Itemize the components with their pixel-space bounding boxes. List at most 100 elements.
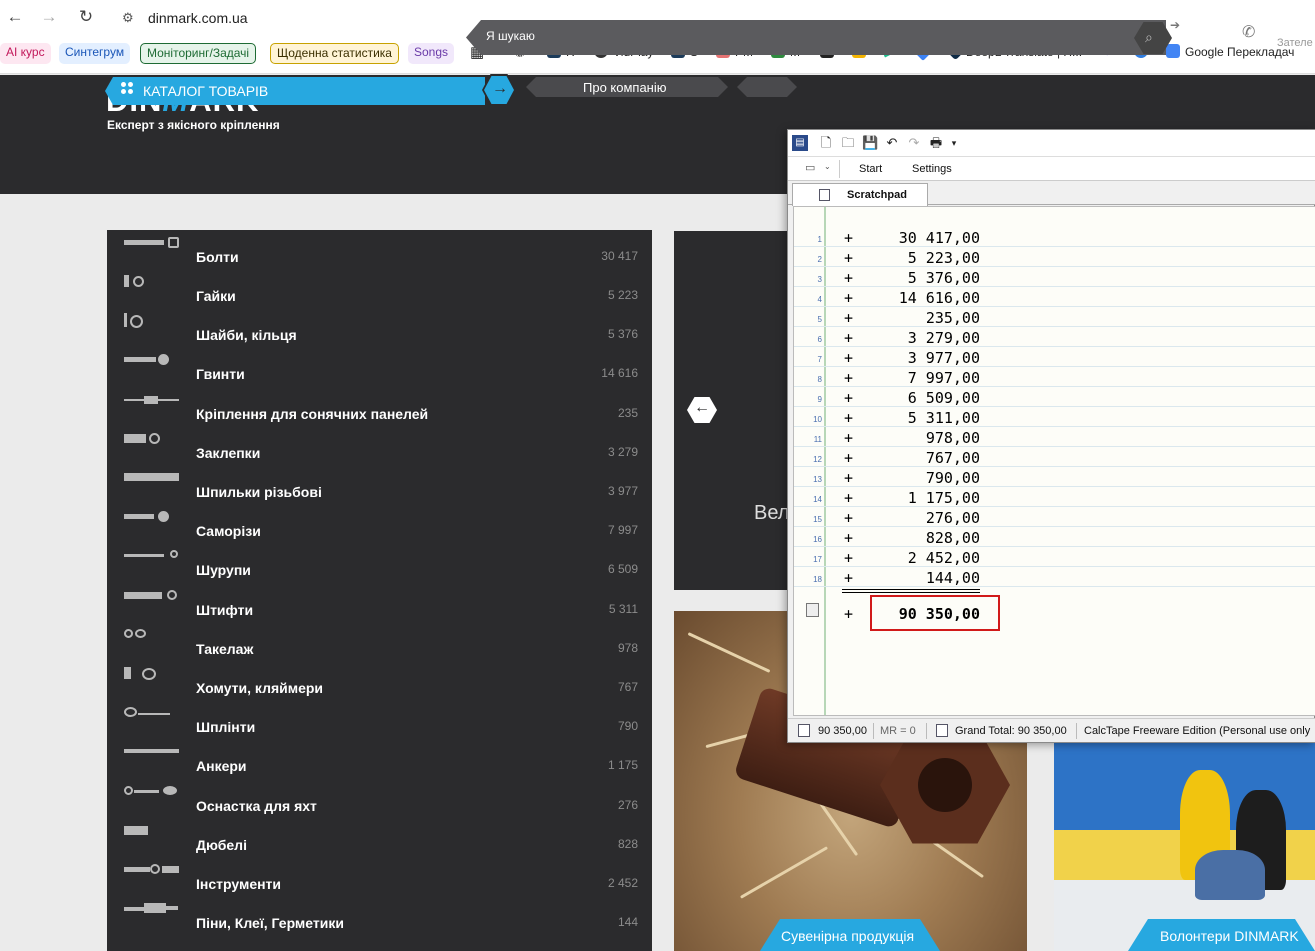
- reload-icon[interactable]: ↻: [75, 6, 97, 28]
- line-value[interactable]: 235,00: [864, 309, 980, 327]
- line-value[interactable]: 2 452,00: [864, 549, 980, 567]
- line-value[interactable]: 1 175,00: [864, 489, 980, 507]
- line-value[interactable]: 5 311,00: [864, 409, 980, 427]
- callback-link[interactable]: Зателе: [1277, 37, 1313, 49]
- bookmark-daily-stats[interactable]: Щоденна статистика: [270, 43, 399, 64]
- category-row[interactable]: Гайки 5 223: [107, 269, 652, 308]
- tape-line[interactable]: 5 +235,00: [794, 307, 1315, 327]
- tape-line[interactable]: 9 +6 509,00: [794, 387, 1315, 407]
- bookmark-monitoring[interactable]: Моніторинг/Задачі: [140, 43, 257, 64]
- back-icon[interactable]: ←: [4, 6, 26, 28]
- category-row[interactable]: Шпильки різьбові 3 977: [107, 465, 652, 504]
- category-row[interactable]: Шурупи 6 509: [107, 543, 652, 582]
- search-arrow-icon[interactable]: ➔: [1170, 18, 1188, 36]
- category-row[interactable]: Шайби, кільця 5 376: [107, 308, 652, 347]
- new-document-icon[interactable]: 🗋: [818, 135, 834, 151]
- category-row[interactable]: Піни, Клеї, Герметики 144: [107, 896, 652, 935]
- line-value[interactable]: 767,00: [864, 449, 980, 467]
- menu-settings[interactable]: Settings: [912, 163, 952, 175]
- category-row[interactable]: Саморізи 7 997: [107, 504, 652, 543]
- tape-line[interactable]: 12 +767,00: [794, 447, 1315, 467]
- line-value[interactable]: 6 509,00: [864, 389, 980, 407]
- tape-line[interactable]: 2 +5 223,00: [794, 247, 1315, 267]
- category-row[interactable]: Такелаж 978: [107, 622, 652, 661]
- bookmark-ai-course[interactable]: AI курс: [0, 43, 51, 64]
- line-value[interactable]: 978,00: [864, 429, 980, 447]
- line-value[interactable]: 3 279,00: [864, 329, 980, 347]
- solar-mount-icon: [124, 392, 182, 406]
- phone-number[interactable]: +38 09: [1264, 15, 1315, 36]
- save-icon[interactable]: 💾: [862, 135, 878, 151]
- line-value[interactable]: 14 616,00: [864, 289, 980, 307]
- app-icon[interactable]: ▤: [792, 135, 808, 151]
- search-input[interactable]: Я шукаю: [486, 29, 535, 43]
- tape-line[interactable]: 18 +144,00: [794, 567, 1315, 587]
- person-image: [1195, 850, 1265, 900]
- tape-paper[interactable]: 1 +30 417,00 2 +5 223,00 3 +5 376,00 4 +14 616,…: [793, 206, 1315, 716]
- nav-next-tab[interactable]: [737, 77, 797, 97]
- tape-line[interactable]: 3 +5 376,00: [794, 267, 1315, 287]
- line-operator: +: [844, 469, 854, 487]
- site-info-icon[interactable]: ⚙: [122, 10, 138, 26]
- line-number: 7: [817, 355, 822, 364]
- line-operator: +: [844, 549, 854, 567]
- tape-line[interactable]: 16 +828,00: [794, 527, 1315, 547]
- tab-scratchpad[interactable]: Scratchpad: [792, 183, 928, 206]
- category-row[interactable]: Інструменти 2 452: [107, 857, 652, 896]
- category-row[interactable]: Оснастка для яхт 276: [107, 779, 652, 818]
- status-grand-total: Grand Total: 90 350,00: [955, 725, 1067, 737]
- tape-line[interactable]: 14 +1 175,00: [794, 487, 1315, 507]
- rigging-icon: [124, 627, 182, 641]
- category-row[interactable]: Гвинти 14 616: [107, 347, 652, 386]
- category-row[interactable]: Кріплення для сонячних панелей 235: [107, 387, 652, 426]
- undo-icon[interactable]: ↶: [884, 135, 900, 151]
- tape-line[interactable]: 1 +30 417,00: [794, 227, 1315, 247]
- grand-total-icon: [936, 724, 948, 737]
- category-row[interactable]: Анкери 1 175: [107, 739, 652, 778]
- forward-icon[interactable]: →: [38, 6, 60, 28]
- copy-total-icon[interactable]: [806, 603, 819, 617]
- line-value[interactable]: 276,00: [864, 509, 980, 527]
- open-icon[interactable]: 🗀: [840, 135, 856, 151]
- line-number: 17: [813, 555, 822, 564]
- line-operator: +: [844, 369, 854, 387]
- line-value[interactable]: 7 997,00: [864, 369, 980, 387]
- tape-line[interactable]: 4 +14 616,00: [794, 287, 1315, 307]
- line-value[interactable]: 790,00: [864, 469, 980, 487]
- line-value[interactable]: 828,00: [864, 529, 980, 547]
- document-menu-icon[interactable]: ▭ ⌄: [798, 160, 840, 178]
- line-value[interactable]: 30 417,00: [864, 229, 980, 247]
- tape-line[interactable]: 15 +276,00: [794, 507, 1315, 527]
- banner-headline: Вел: [754, 502, 790, 524]
- tape-line[interactable]: 7 +3 977,00: [794, 347, 1315, 367]
- bookmark-syntegrum[interactable]: Синтегрум: [59, 43, 131, 64]
- line-value[interactable]: 144,00: [864, 569, 980, 587]
- print-icon[interactable]: 🖶: [928, 135, 944, 151]
- category-row[interactable]: Заклепки 3 279: [107, 426, 652, 465]
- category-row[interactable]: Болти 30 417: [107, 230, 652, 269]
- line-number: 16: [813, 535, 822, 544]
- tape-line[interactable]: 8 +7 997,00: [794, 367, 1315, 387]
- category-row[interactable]: Шплінти 790: [107, 700, 652, 739]
- url-text: dinmark.com.ua: [148, 10, 248, 26]
- tape-line[interactable]: 17 +2 452,00: [794, 547, 1315, 567]
- bookmark-songs[interactable]: Songs: [408, 43, 455, 64]
- dowel-icon: [124, 823, 182, 837]
- anchor-icon: [124, 744, 182, 758]
- tape-line[interactable]: 13 +790,00: [794, 467, 1315, 487]
- tape-line[interactable]: 11 +978,00: [794, 427, 1315, 447]
- category-row[interactable]: Штифти 5 311: [107, 583, 652, 622]
- tape-line[interactable]: 6 +3 279,00: [794, 327, 1315, 347]
- redo-icon[interactable]: ↷: [906, 135, 922, 151]
- menu-start[interactable]: Start: [859, 163, 882, 175]
- toolbar-dropdown-icon[interactable]: ▾: [946, 135, 962, 151]
- category-row[interactable]: Хомути, кляймери 767: [107, 661, 652, 700]
- line-value[interactable]: 5 223,00: [864, 249, 980, 267]
- calctape-toolbar: ▤ 🗋 🗀 💾 ↶ ↷ 🖶 ▾: [788, 130, 1315, 157]
- category-row[interactable]: Дюбелі 828: [107, 818, 652, 857]
- line-value[interactable]: 3 977,00: [864, 349, 980, 367]
- search-box[interactable]: [466, 20, 1166, 55]
- catalog-label: КАТАЛОГ ТОВАРІВ: [143, 83, 269, 99]
- tape-line[interactable]: 10 +5 311,00: [794, 407, 1315, 427]
- line-value[interactable]: 5 376,00: [864, 269, 980, 287]
